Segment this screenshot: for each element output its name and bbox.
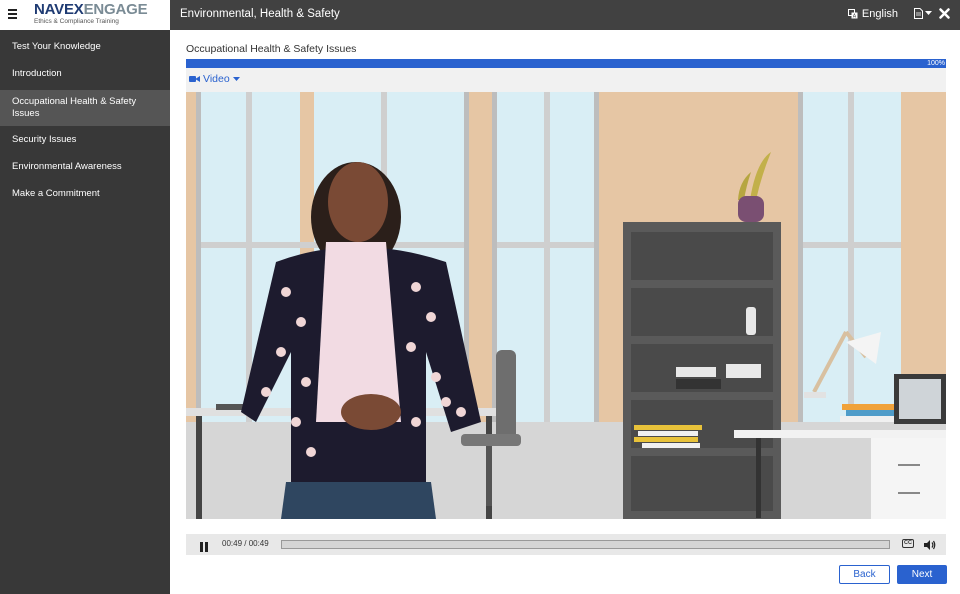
- video-player[interactable]: [186, 92, 946, 519]
- hamburger-icon: [8, 17, 17, 19]
- sidebar-item-make-a-commitment[interactable]: Make a Commitment: [0, 182, 170, 209]
- sidebar-item-security-issues[interactable]: Security Issues: [0, 126, 170, 155]
- course-title: Environmental, Health & Safety: [180, 8, 340, 20]
- progress-fill: [186, 59, 946, 68]
- document-icon: [914, 8, 923, 19]
- hamburger-icon: [8, 9, 17, 11]
- document-menu-button[interactable]: [914, 8, 932, 19]
- progress-label: 100%: [927, 60, 945, 67]
- sidebar-item-test-your-knowledge[interactable]: Test Your Knowledge: [0, 30, 170, 63]
- caret-down-icon: [232, 76, 240, 81]
- time-display: 00:49 / 00:49: [222, 539, 269, 548]
- video-tab[interactable]: Video: [189, 73, 240, 85]
- close-button[interactable]: [939, 6, 950, 22]
- logo-tagline: Ethics & Compliance Training: [34, 18, 119, 25]
- media-tab-bar: Video: [186, 68, 946, 92]
- sidebar-item-environmental-awareness[interactable]: Environmental Awareness: [0, 155, 170, 182]
- seek-bar[interactable]: [281, 540, 890, 549]
- logo: NAVEXENGAGE: [34, 1, 148, 18]
- volume-icon: [924, 540, 936, 550]
- progress-bar: 100%: [186, 59, 946, 68]
- pause-button[interactable]: [199, 539, 211, 552]
- back-button[interactable]: Back: [839, 565, 890, 584]
- sidebar-item-introduction[interactable]: Introduction: [0, 63, 170, 90]
- translate-icon: A: [847, 9, 858, 19]
- section-title: Occupational Health & Safety Issues: [186, 43, 357, 55]
- closed-captions-button[interactable]: CC: [902, 539, 914, 548]
- language-selector[interactable]: A English: [847, 8, 898, 20]
- hamburger-icon: [8, 13, 17, 15]
- language-label: English: [861, 8, 898, 20]
- video-frame-image: [186, 92, 946, 519]
- video-controls: 00:49 / 00:49 CC: [186, 534, 946, 555]
- volume-button[interactable]: [923, 538, 936, 550]
- pause-icon: [200, 542, 208, 552]
- hamburger-menu-button[interactable]: [6, 6, 22, 22]
- sidebar: Test Your Knowledge Introduction Occupat…: [0, 30, 170, 594]
- caret-down-icon: [925, 11, 932, 15]
- next-button[interactable]: Next: [897, 565, 947, 584]
- sidebar-item-occupational-health-safety[interactable]: Occupational Health & Safety Issues: [0, 90, 170, 126]
- video-tab-label: Video: [203, 73, 230, 85]
- top-bar: NAVEXENGAGE Ethics & Compliance Training…: [0, 0, 960, 30]
- close-icon: [939, 8, 950, 19]
- logo-area: NAVEXENGAGE Ethics & Compliance Training: [0, 0, 170, 30]
- video-camera-icon: [189, 76, 200, 82]
